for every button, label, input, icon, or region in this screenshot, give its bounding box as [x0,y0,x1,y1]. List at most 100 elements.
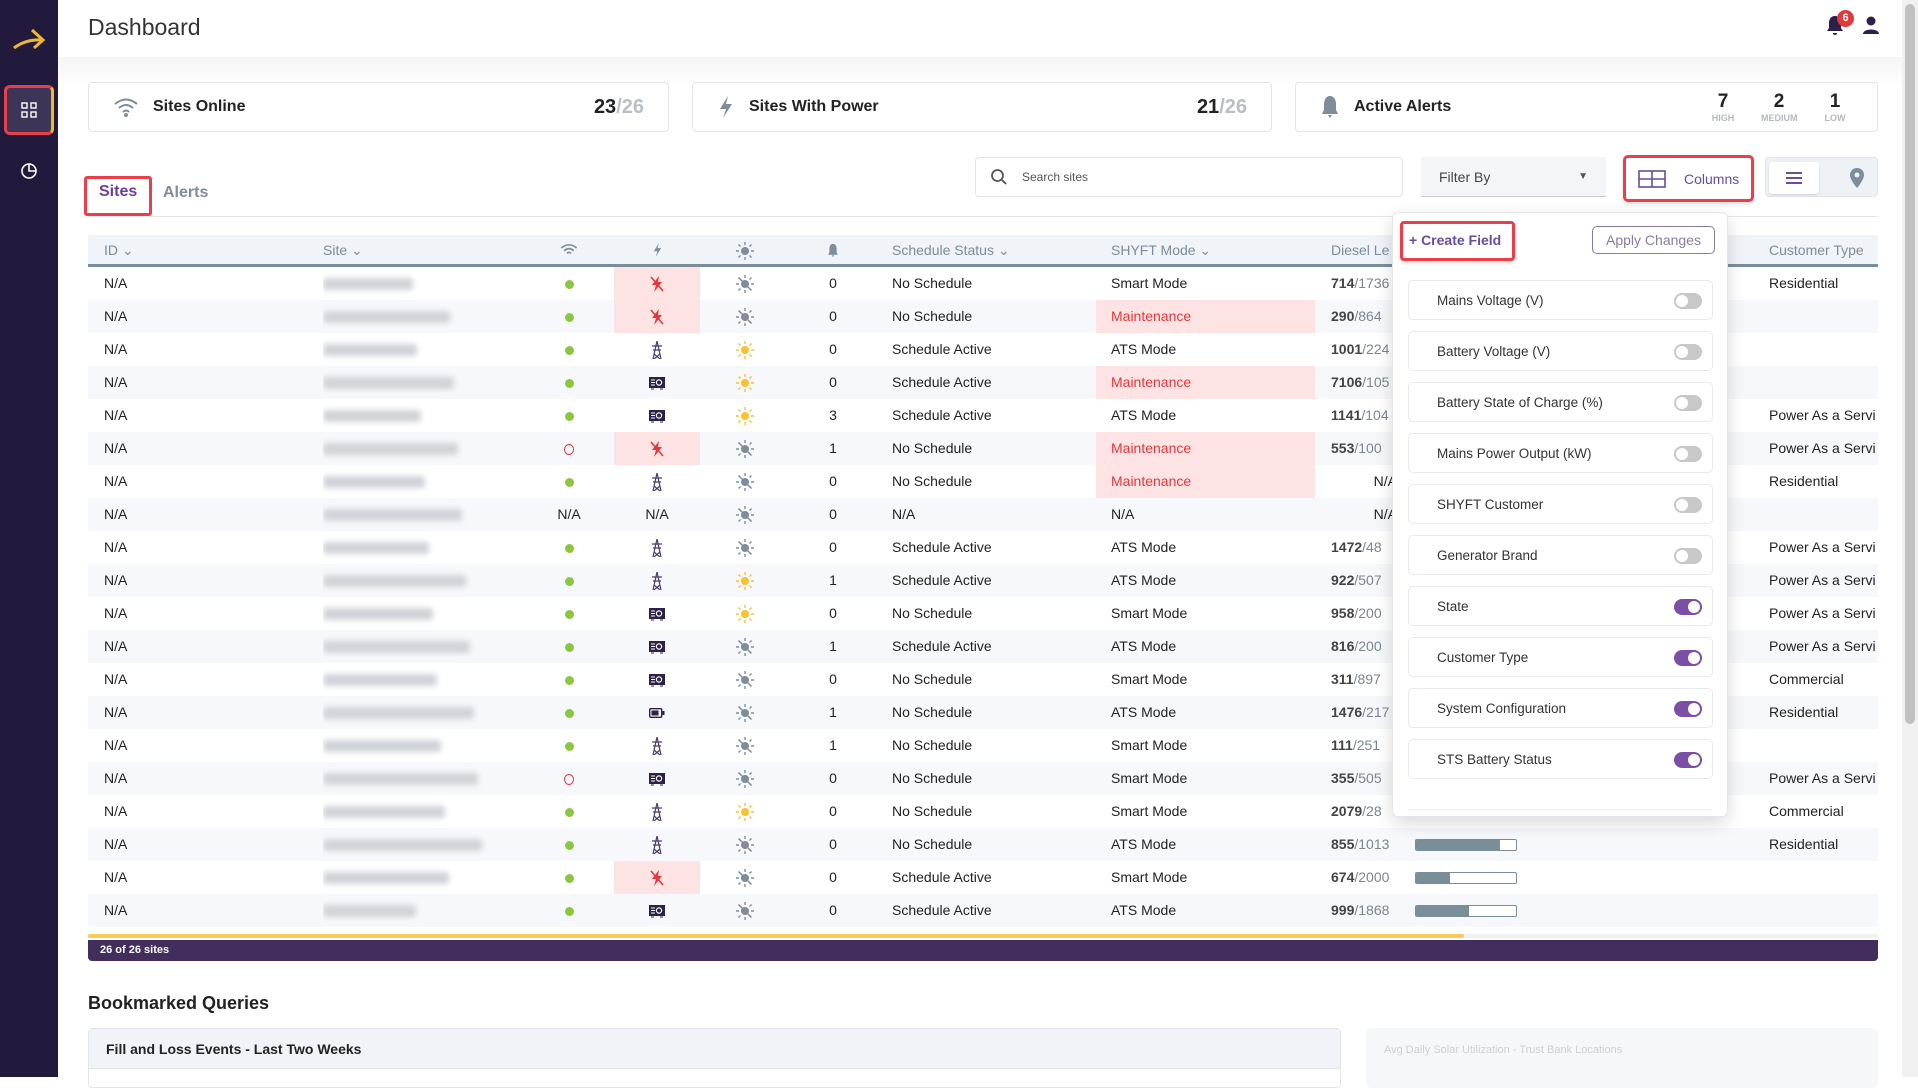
solar-status-cell [710,861,780,894]
online-indicator-icon [564,378,574,388]
alerts-medium: 2 MEDIUM [1761,91,1798,123]
column-toggle-switch[interactable] [1674,599,1702,615]
horizontal-scrollbar[interactable] [88,934,1878,938]
online-status-cell [534,333,604,366]
apply-changes-button[interactable]: Apply Changes [1592,226,1715,254]
sun-inactive-icon [736,275,754,294]
sidebar-item-dashboard[interactable] [4,85,54,135]
power-off-icon [650,309,664,326]
site-name-redacted [323,344,417,357]
active-alerts-card: Active Alerts 7 HIGH 2 MEDIUM 1 LOW [1295,82,1878,132]
power-source-cell [614,861,700,894]
column-toggle-switch[interactable] [1674,752,1702,768]
solar-status-cell [710,597,780,630]
solar-status-cell [710,399,780,432]
list-view-button[interactable] [1769,162,1819,194]
site-name-redacted [323,608,433,621]
alerts-low: 1 LOW [1824,91,1846,123]
site-name-cell[interactable] [323,366,523,399]
site-name-cell[interactable] [323,729,523,762]
column-toggle-switch[interactable] [1674,344,1702,360]
table-row[interactable]: N/A 0 No Schedule ATS Mode 855/1013 Residenti… [88,828,1878,861]
filter-by-dropdown[interactable]: Filter By ▼ [1421,157,1606,197]
power-source-cell [614,762,700,795]
site-name-cell[interactable] [323,696,523,729]
site-name-redacted [323,311,450,324]
vertical-scrollbar[interactable] [1902,0,1918,1077]
user-profile-icon[interactable] [1862,16,1880,34]
column-toggle-switch[interactable] [1674,293,1702,309]
alert-count-cell: 0 [829,374,837,390]
site-name-cell[interactable] [323,267,523,300]
site-name-cell[interactable] [323,531,523,564]
solar-status-cell [710,894,780,927]
column-toggle-switch[interactable] [1674,701,1702,717]
site-name-cell[interactable] [323,663,523,696]
bookmark-card[interactable]: Avg Daily Solar Utilization - Trust Bank… [1366,1028,1878,1088]
alert-count-cell: 0 [829,275,837,291]
site-name-redacted [323,476,425,489]
sun-inactive-icon [736,704,754,723]
column-header-schedule-status[interactable]: Schedule Status ⌄ [892,242,1010,259]
site-name-cell[interactable] [323,894,523,927]
site-name-cell[interactable] [323,828,523,861]
bell-icon [1322,96,1338,118]
column-header-shyft-mode[interactable]: SHYFT Mode ⌄ [1111,242,1211,259]
column-header-diesel-level[interactable]: Diesel Le [1331,242,1389,258]
power-source-cell [614,696,700,729]
shyft-mode-cell: Maintenance [1096,465,1315,498]
site-name-cell[interactable] [323,597,523,630]
site-name-cell[interactable] [323,498,523,531]
site-name-redacted [323,773,478,786]
schedule-status-cell: No Schedule [892,704,973,720]
site-name-cell[interactable] [323,399,523,432]
column-toggle-switch[interactable] [1674,497,1702,513]
column-toggle-switch[interactable] [1674,446,1702,462]
customer-type-cell: Power As a Servi [1769,770,1876,786]
bookmark-card-title: Fill and Loss Events - Last Two Weeks [89,1029,1340,1069]
online-status-cell [534,762,604,795]
column-toggle-switch[interactable] [1674,548,1702,564]
column-header-customer-type[interactable]: Customer Type [1769,242,1864,258]
column-toggle-switch[interactable] [1674,395,1702,411]
alert-count-cell: 1 [829,572,837,588]
site-name-cell[interactable] [323,300,523,333]
search-box[interactable] [975,157,1403,197]
online-status-cell [534,432,604,465]
column-toggle-switch[interactable] [1674,650,1702,666]
table-row[interactable]: N/A 0 Schedule Active ATS Mode 999/1868 [88,894,1878,927]
online-indicator-icon [564,840,574,850]
site-name-cell[interactable] [323,333,523,366]
site-name-cell[interactable] [323,795,523,828]
filter-by-label: Filter By [1439,168,1491,185]
bookmark-card[interactable]: Fill and Loss Events - Last Two Weeks [88,1028,1341,1088]
site-id-cell: N/A [104,473,128,489]
logo-arrow-icon[interactable] [12,26,46,57]
popup-divider [1408,809,1712,810]
site-name-cell[interactable] [323,432,523,465]
tab-alerts[interactable]: Alerts [151,180,220,206]
columns-button[interactable]: Columns [1623,155,1754,202]
search-input[interactable] [1022,170,1382,184]
site-name-cell[interactable] [323,630,523,663]
customer-type-cell: Residential [1769,275,1839,291]
site-name-cell[interactable] [323,861,523,894]
customer-type-cell [1769,366,1878,399]
diesel-level-cell: 999/1868 [1331,902,1390,918]
sidebar-item-reports[interactable] [4,145,54,195]
search-icon [991,169,1007,185]
column-header-site[interactable]: Site ⌄ [323,242,363,259]
online-status-cell [534,267,604,300]
map-pin-icon[interactable] [1849,167,1865,189]
column-header-id[interactable]: ID ⌄ [104,242,134,259]
site-name-cell[interactable] [323,465,523,498]
site-name-cell[interactable] [323,762,523,795]
sun-active-icon [736,407,754,426]
table-row[interactable]: N/A 0 Schedule Active Smart Mode 674/2000 [88,861,1878,894]
shyft-mode-cell: Maintenance [1096,300,1315,333]
site-name-cell[interactable] [323,564,523,597]
create-field-button[interactable]: + Create Field [1400,221,1515,261]
tab-sites[interactable]: Sites [84,176,153,216]
alert-count-cell: 3 [829,407,837,423]
power-source-cell [614,663,700,696]
